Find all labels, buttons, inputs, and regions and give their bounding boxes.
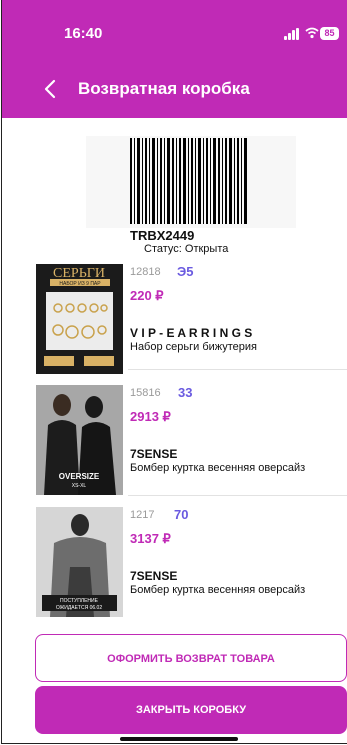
list-item[interactable]: СЕРЬГИ НАБОР ИЗ 9 ПАР 12818 Э5 220 ₽ V I… (34, 264, 347, 374)
product-thumbnail: ПОСТУПЛЕНИЕ ОЖИДАЕТСЯ 06.02 (36, 507, 123, 617)
thumb-title: СЕРЬГИ (53, 266, 105, 281)
divider (128, 369, 347, 370)
item-name: Бомбер куртка весенняя оверсайз (130, 584, 306, 596)
item-sku: 15816 (130, 387, 161, 399)
item-quantity: 33 (178, 385, 193, 400)
thumb-subtitle: XS-XL (72, 483, 87, 489)
item-brand: V I P - E A R R I N G S (130, 326, 253, 340)
home-indicator (120, 737, 238, 741)
thumb-title: OVERSIZE (59, 472, 100, 481)
item-quantity: 70 (174, 507, 189, 522)
item-brand: 7SENSE (130, 447, 178, 461)
box-status: Статус: Открыта (144, 243, 229, 255)
product-thumbnail: OVERSIZE XS-XL (36, 385, 123, 495)
box-code: TRBX2449 (130, 228, 195, 243)
barcode-panel (86, 136, 296, 228)
page-title: Возвратная коробка (78, 79, 250, 98)
signal-icon (284, 28, 300, 40)
thumb-subtitle: ОЖИДАЕТСЯ 06.02 (56, 605, 102, 611)
item-sku: 1217 (130, 509, 155, 521)
item-quantity: Э5 (177, 264, 194, 279)
item-brand: 7SENSE (130, 569, 178, 583)
item-price: 2913 ₽ (130, 409, 171, 424)
back-arrow-icon[interactable] (40, 78, 62, 100)
close-box-button[interactable]: ЗАКРЫТЬ КОРОБКУ (35, 686, 347, 734)
item-sku: 12818 (130, 266, 161, 278)
divider (128, 495, 347, 496)
nav-bar: Возвратная коробка (2, 76, 347, 102)
list-item[interactable]: OVERSIZE XS-XL 15816 33 2913 ₽ 7SENSE Бо… (34, 385, 347, 495)
battery-icon: 85 (320, 27, 339, 40)
item-price: 220 ₽ (130, 288, 164, 303)
item-name: Набор серьги бижутерия (130, 341, 258, 353)
item-price: 3137 ₽ (130, 531, 171, 546)
status-bar: 16:40 85 (2, 25, 347, 45)
list-item[interactable]: ПОСТУПЛЕНИЕ ОЖИДАЕТСЯ 06.02 1217 70 3137… (34, 507, 347, 617)
app-header: 16:40 85 Возвратная коробка (2, 0, 347, 118)
status-time: 16:40 (64, 25, 103, 42)
wifi-icon (305, 27, 319, 39)
return-goods-button[interactable]: ОФОРМИТЬ ВОЗВРАТ ТОВАРА (35, 634, 347, 682)
thumb-subtitle: НАБОР ИЗ 9 ПАР (59, 281, 101, 287)
item-name: Бомбер куртка весенняя оверсайз (130, 462, 306, 474)
thumb-title: ПОСТУПЛЕНИЕ (60, 598, 99, 604)
app-screen: 16:40 85 Возвратная коробка TRBX2449 Ста… (1, 0, 347, 744)
barcode-image (130, 138, 247, 224)
product-thumbnail: СЕРЬГИ НАБОР ИЗ 9 ПАР (36, 264, 123, 374)
